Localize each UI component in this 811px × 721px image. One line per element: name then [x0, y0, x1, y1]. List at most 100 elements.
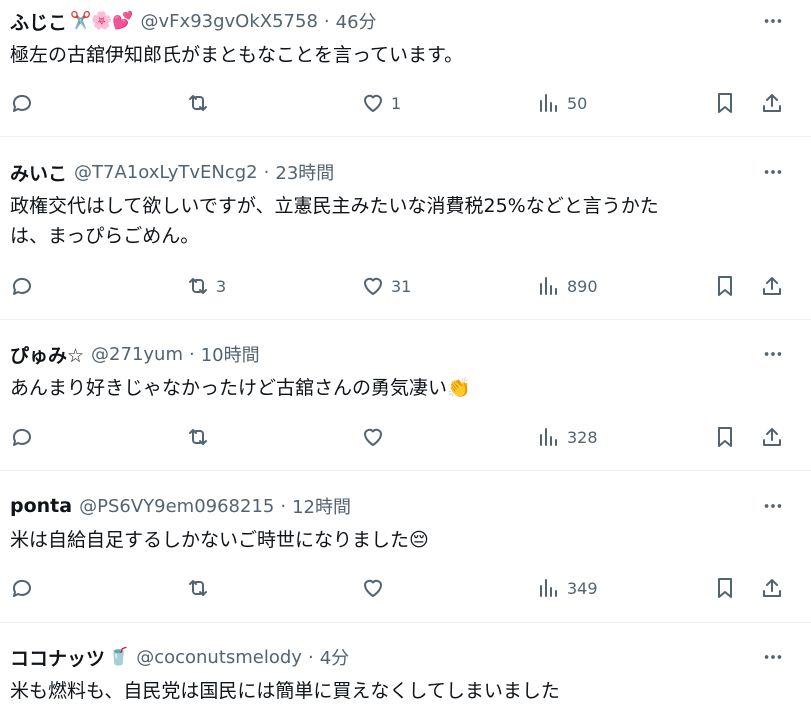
more-dots-icon[interactable] [760, 159, 786, 185]
separator-dot: · [189, 343, 195, 365]
timestamp[interactable]: 46分 [336, 8, 377, 34]
display-name[interactable]: ココナッツ [10, 644, 105, 671]
heart-icon [364, 277, 382, 295]
reply-bubble-icon [12, 579, 31, 597]
user-handle[interactable]: @T7A1oxLyTvENcg2 [74, 162, 258, 183]
reply-button[interactable] [10, 88, 40, 118]
retweet-button[interactable] [186, 573, 216, 603]
like-count: 1 [391, 93, 402, 113]
heart-icon [364, 94, 382, 112]
user-handle[interactable]: @PS6VY9em0968215 [79, 496, 274, 517]
share-button[interactable] [760, 88, 784, 118]
tweet-text-line: 米は自給自足するしかないご時世になりました😔 [10, 529, 429, 551]
tweet-divider [0, 622, 811, 623]
user-handle[interactable]: @271yum [91, 344, 183, 365]
tweet-text-line: あんまり好きじゃなかったけど古舘さんの勇気凄い👏 [10, 377, 471, 399]
views-bars-icon [540, 94, 557, 112]
reply-bubble-icon [12, 428, 31, 446]
bookmark-button[interactable] [713, 422, 737, 452]
share-upload-icon [763, 579, 781, 597]
separator-dot: · [263, 161, 270, 183]
tweet-text: 政権交代はして欲しいですが、立憲民主みたいな消費税25%などと言うかた は、まっ… [10, 191, 659, 251]
bookmark-button[interactable] [713, 573, 737, 603]
retweet-arrows-icon [189, 95, 207, 111]
timestamp[interactable]: 23時間 [275, 159, 334, 185]
user-handle[interactable]: @coconutsmelody [136, 647, 302, 668]
views-bars-icon [540, 428, 557, 446]
tweet-header: ココナッツ 🥤 @coconutsmelody · 4分 [10, 644, 349, 670]
views-count: 328 [567, 427, 598, 447]
tweet-divider [0, 136, 811, 137]
bookmark-icon [718, 93, 732, 113]
retweet-button[interactable] [186, 88, 216, 118]
action-bar: 349 [0, 573, 811, 603]
timestamp[interactable]: 10時間 [201, 341, 260, 367]
reply-button[interactable] [10, 422, 40, 452]
tweet-text-line: 政権交代はして欲しいですが、立憲民主みたいな消費税25%などと言うかた [10, 195, 659, 217]
views-count: 890 [567, 276, 598, 296]
tweet-divider [0, 470, 811, 471]
reply-bubble-icon [12, 277, 31, 295]
retweet-arrows-icon [189, 278, 207, 294]
views-count: 349 [567, 578, 598, 598]
views-button[interactable]: 349 [537, 573, 598, 603]
bookmark-button[interactable] [713, 271, 737, 301]
timestamp[interactable]: 12時間 [292, 493, 351, 519]
share-button[interactable] [760, 573, 784, 603]
retweet-arrows-icon [189, 580, 207, 596]
like-button[interactable] [361, 422, 391, 452]
tweet-text-line: は、まっぴらごめん。 [10, 225, 200, 247]
share-upload-icon [763, 428, 781, 446]
tweet-header: ponta @PS6VY9em0968215 · 12時間 [10, 493, 351, 519]
name-emoji: ✂️🌸💕 [70, 11, 134, 31]
display-name[interactable]: ぴゅみ☆ [10, 341, 84, 368]
views-bars-icon [540, 579, 557, 597]
like-button[interactable]: 1 [361, 88, 401, 118]
views-button[interactable]: 328 [537, 422, 598, 452]
views-button[interactable]: 890 [537, 271, 598, 301]
like-count: 31 [391, 276, 412, 296]
heart-icon [364, 428, 382, 446]
more-dots-icon[interactable] [760, 644, 786, 670]
tweet-text-line: 極左の古舘伊知郎氏がまともなことを言っています。 [10, 44, 464, 66]
bookmark-button[interactable] [713, 88, 737, 118]
more-dots-icon[interactable] [760, 8, 786, 34]
tweet-text: 極左の古舘伊知郎氏がまともなことを言っています。 [10, 40, 463, 70]
tweet-divider [0, 319, 811, 320]
share-upload-icon [763, 94, 781, 112]
share-button[interactable] [760, 271, 784, 301]
heart-icon [364, 579, 382, 597]
share-upload-icon [763, 277, 781, 295]
like-button[interactable]: 31 [361, 271, 411, 301]
more-dots-icon[interactable] [760, 493, 786, 519]
display-name[interactable]: ふじこ [10, 8, 67, 35]
action-bar: 1 50 [0, 88, 811, 118]
more-dots-icon[interactable] [760, 341, 786, 367]
retweet-button[interactable]: 3 [186, 271, 226, 301]
tweet-header: みいこ @T7A1oxLyTvENcg2 · 23時間 [10, 159, 334, 185]
display-name[interactable]: ponta [10, 495, 72, 517]
tweet-header: ふじこ ✂️🌸💕 @vFx93gvOkX5758 · 46分 [10, 8, 377, 34]
share-button[interactable] [760, 422, 784, 452]
retweet-arrows-icon [189, 429, 207, 445]
user-handle[interactable]: @vFx93gvOkX5758 [141, 11, 318, 32]
reply-button[interactable] [10, 573, 40, 603]
action-bar: 328 [0, 422, 811, 452]
separator-dot: · [280, 495, 287, 517]
like-button[interactable] [361, 573, 391, 603]
reply-button[interactable] [10, 271, 40, 301]
display-name[interactable]: みいこ [10, 159, 67, 186]
bookmark-icon [718, 578, 732, 598]
name-emoji: 🥤 [108, 647, 130, 667]
tweet-text: あんまり好きじゃなかったけど古舘さんの勇気凄い👏 [10, 373, 471, 403]
reply-bubble-icon [12, 94, 31, 112]
separator-dot: · [307, 646, 314, 668]
retweet-button[interactable] [186, 422, 216, 452]
views-button[interactable]: 50 [537, 88, 587, 118]
bookmark-icon [718, 276, 732, 296]
bookmark-icon [718, 427, 732, 447]
timestamp[interactable]: 4分 [320, 644, 349, 670]
action-bar: 3 31 890 [0, 271, 811, 301]
separator-dot: · [323, 10, 330, 32]
retweet-count: 3 [216, 276, 227, 296]
